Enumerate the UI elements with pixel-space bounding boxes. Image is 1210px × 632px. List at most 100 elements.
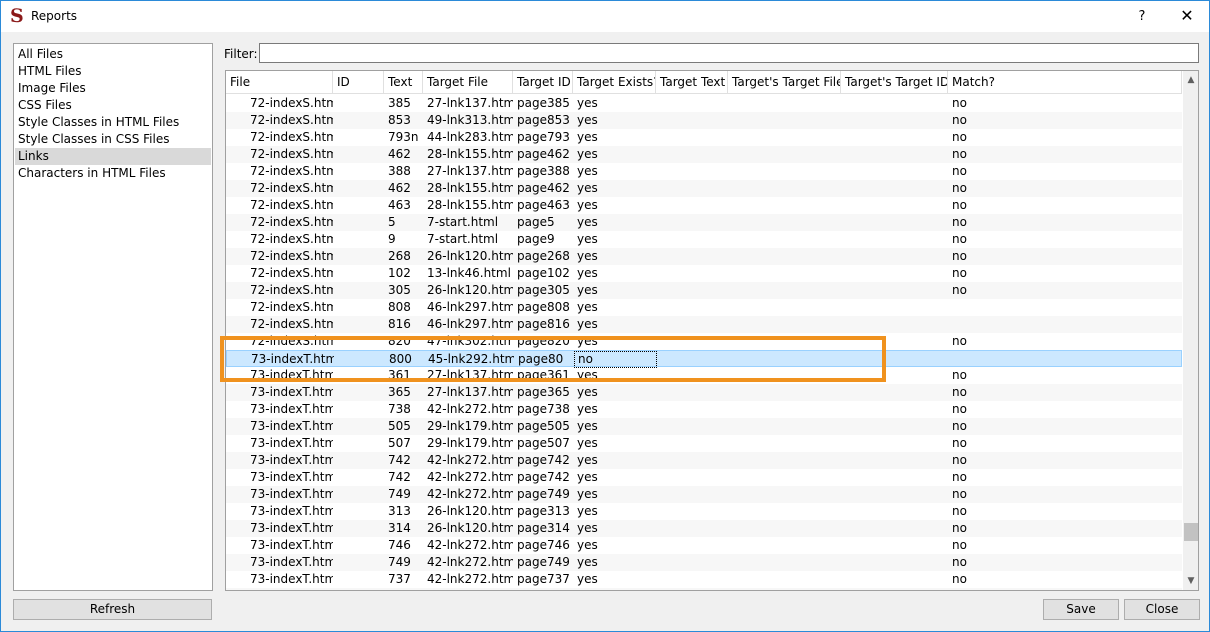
table-cell: page505: [517, 419, 570, 433]
table-cell: 72-indexS.html: [250, 232, 333, 246]
column-header-target-s-target-id[interactable]: Target's Target ID: [841, 71, 948, 94]
table-row[interactable]: 73-indexT.html 737 42-lnk272.html page737 ye…: [226, 571, 1182, 588]
table-row[interactable]: 73-indexT.html 746 42-lnk272.html page746 ye…: [226, 537, 1182, 554]
sidebar-item-style-classes-in-html-files[interactable]: Style Classes in HTML Files: [15, 114, 211, 131]
table-row[interactable]: 72-indexS.html 462 28-lnk155.html page462 ye…: [226, 146, 1182, 163]
vertical-scrollbar[interactable]: ▲ ▼: [1183, 71, 1198, 590]
close-window-icon[interactable]: ✕: [1165, 1, 1209, 32]
table-row[interactable]: 72-indexS.html 385 27-lnk137.html page385 ye…: [226, 95, 1182, 112]
table-cell: yes: [577, 283, 598, 297]
table-cell: [333, 197, 384, 214]
table-cell: no: [952, 385, 967, 399]
refresh-button[interactable]: Refresh: [13, 599, 212, 620]
table-cell: no: [952, 521, 967, 535]
table-row[interactable]: 72-indexS.html 808 46-lnk297.html page808 ye…: [226, 299, 1182, 316]
table-cell: [728, 214, 841, 231]
table-cell: 742: [388, 453, 411, 467]
table-row[interactable]: 73-indexT.html 742 42-lnk272.html page742 ye…: [226, 469, 1182, 486]
table-cell: yes: [577, 402, 598, 416]
table-row[interactable]: 72-indexS.html 462 28-lnk155.html page462 ye…: [226, 180, 1182, 197]
column-header-target-exists[interactable]: Target Exists?: [573, 71, 656, 94]
table-row[interactable]: 73-indexT.html 742 42-lnk272.html page742 ye…: [226, 452, 1182, 469]
table-cell: [728, 180, 841, 197]
table-cell: [841, 384, 948, 401]
sidebar-item-links[interactable]: Links: [15, 148, 211, 165]
table-cell: [333, 520, 384, 537]
table-row[interactable]: 73-indexT.html 800 45-lnk292.html page80 no: [226, 350, 1182, 368]
help-button[interactable]: ?: [1125, 1, 1159, 32]
column-header-file[interactable]: File: [226, 71, 333, 94]
table-row[interactable]: 72-indexS.html 5 7-start.html page5 yes no: [226, 214, 1182, 231]
table-cell: no: [952, 147, 967, 161]
column-header-target-s-target-file[interactable]: Target's Target File: [728, 71, 841, 94]
table-cell: 27-lnk137.html: [427, 368, 513, 382]
table-cell: 45-lnk292.html: [428, 352, 514, 366]
table-cell: [841, 231, 948, 248]
table-cell: [333, 401, 384, 418]
table-row[interactable]: 73-indexT.html 365 27-lnk137.html page365 ye…: [226, 384, 1182, 401]
table-row[interactable]: 72-indexS.html 463 28-lnk155.html page463 ye…: [226, 197, 1182, 214]
table-cell: [841, 469, 948, 486]
table-cell: [728, 503, 841, 520]
table-row[interactable]: 72-indexS.html 793n 44-lnk283.html page793 y…: [226, 129, 1182, 146]
save-button[interactable]: Save: [1043, 599, 1119, 620]
table-cell: no: [574, 351, 657, 368]
table-cell: [728, 571, 841, 588]
sidebar-item-style-classes-in-css-files[interactable]: Style Classes in CSS Files: [15, 131, 211, 148]
column-header-id[interactable]: ID: [333, 71, 384, 94]
scroll-thumb[interactable]: [1184, 523, 1198, 541]
table-cell: [656, 469, 728, 486]
table-cell: [841, 537, 948, 554]
sidebar-item-html-files[interactable]: HTML Files: [15, 63, 211, 80]
table-cell: [728, 299, 841, 316]
table-row[interactable]: 73-indexT.html 749 42-lnk272.html page749 ye…: [226, 486, 1182, 503]
table-row[interactable]: 73-indexT.html 507 29-lnk179.html page507 ye…: [226, 435, 1182, 452]
table-cell: yes: [577, 198, 598, 212]
table-cell: page737: [517, 572, 570, 586]
table-row[interactable]: 73-indexT.html 505 29-lnk179.html page505 ye…: [226, 418, 1182, 435]
scroll-up-icon[interactable]: ▲: [1183, 73, 1198, 87]
column-header-match[interactable]: Match?: [948, 71, 1182, 94]
table-cell: [656, 146, 728, 163]
close-button[interactable]: Close: [1124, 599, 1200, 620]
column-header-text[interactable]: Text: [384, 71, 423, 94]
table-cell: 7-start.html: [427, 232, 499, 246]
sidebar-item-characters-in-html-files[interactable]: Characters in HTML Files: [15, 165, 211, 182]
table-cell: [333, 452, 384, 469]
table-row[interactable]: 73-indexT.html 738 42-lnk272.html page738 ye…: [226, 401, 1182, 418]
table-cell: 73-indexT.html: [250, 487, 333, 501]
table-row[interactable]: 72-indexS.html 816 46-lnk297.html page816 ye…: [226, 316, 1182, 333]
table-row[interactable]: 72-indexS.html 9 7-start.html page9 yes no: [226, 231, 1182, 248]
sidebar-item-css-files[interactable]: CSS Files: [15, 97, 211, 114]
table-row[interactable]: 72-indexS.html 820 47-lnk302.html page820 ye…: [226, 333, 1182, 350]
table-cell: [728, 401, 841, 418]
table-cell: [728, 554, 841, 571]
table-cell: [728, 537, 841, 554]
table-row[interactable]: 73-indexT.html 314 26-lnk120.html page314 ye…: [226, 520, 1182, 537]
table-cell: page816: [517, 317, 570, 331]
scroll-down-icon[interactable]: ▼: [1183, 574, 1198, 588]
table-cell: page746: [517, 538, 570, 552]
table-row[interactable]: 72-indexS.html 102 13-lnk46.html page102 yes…: [226, 265, 1182, 282]
sidebar-item-all-files[interactable]: All Files: [15, 46, 211, 63]
table-cell: [656, 248, 728, 265]
table-row[interactable]: 73-indexT.html 361 27-lnk137.html page361 ye…: [226, 367, 1182, 384]
table-cell: [728, 129, 841, 146]
column-header-target-id[interactable]: Target ID: [513, 71, 573, 94]
table-row[interactable]: 72-indexS.html 388 27-lnk137.html page388 ye…: [226, 163, 1182, 180]
table-row[interactable]: 72-indexS.html 853 49-lnk313.html page853 ye…: [226, 112, 1182, 129]
table-row[interactable]: 72-indexS.html 268 26-lnk120.html page268 ye…: [226, 248, 1182, 265]
table-row[interactable]: 73-indexT.html 9613-lnk46.htmlpage96yes no: [226, 588, 1182, 590]
sidebar-item-image-files[interactable]: Image Files: [15, 80, 211, 97]
table-cell: 72-indexS.html: [250, 164, 333, 178]
column-header-target-file[interactable]: Target File: [423, 71, 513, 94]
table-cell: no: [952, 470, 967, 484]
table-body: 72-indexS.html 385 27-lnk137.html page385 ye…: [226, 94, 1182, 590]
table-row[interactable]: 73-indexT.html 313 26-lnk120.html page313 ye…: [226, 503, 1182, 520]
column-header-target-text[interactable]: Target Text: [656, 71, 728, 94]
table-cell: [656, 486, 728, 503]
table-row[interactable]: 73-indexT.html 749 42-lnk272.html page749 ye…: [226, 554, 1182, 571]
filter-input[interactable]: [259, 43, 1199, 63]
table-cell: 72-indexS.html: [250, 113, 333, 127]
table-row[interactable]: 72-indexS.html 305 26-lnk120.html page305 ye…: [226, 282, 1182, 299]
